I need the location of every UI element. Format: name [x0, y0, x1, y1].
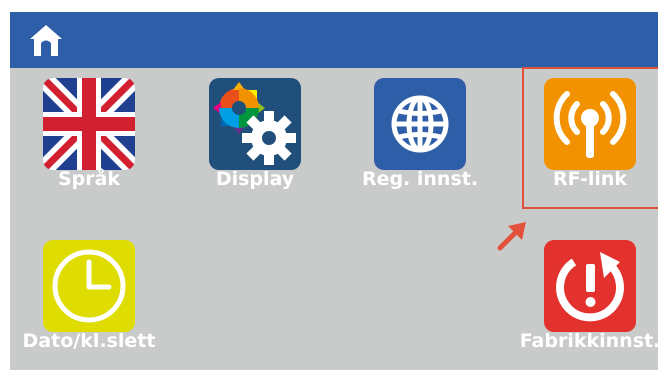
clock-icon	[43, 240, 135, 332]
tile-rf-link[interactable]: RF-link	[515, 70, 658, 210]
top-bar	[10, 12, 658, 68]
color-gear-icon	[209, 78, 301, 170]
tile-date-time-label: Dato/kl.slett	[22, 330, 156, 352]
tile-regional-settings-label: Reg. innst.	[361, 168, 479, 190]
tile-display[interactable]: Display	[180, 70, 330, 210]
home-button[interactable]	[28, 22, 64, 58]
menu-screen: Språk Display Reg. innst. RF-link Dato/k…	[10, 12, 658, 370]
tile-language-label: Språk	[57, 168, 121, 190]
tile-factory-reset-label: Fabrikkinnst.	[519, 330, 658, 352]
globe-icon	[374, 78, 466, 170]
tile-display-label: Display	[215, 168, 295, 190]
home-icon	[30, 25, 62, 56]
factory-reset-icon	[544, 240, 636, 332]
uk-flag-icon	[43, 78, 135, 170]
tile-date-time[interactable]: Dato/kl.slett	[14, 232, 164, 370]
tile-regional-settings[interactable]: Reg. innst.	[345, 70, 495, 210]
tile-rf-link-label: RF-link	[552, 168, 628, 190]
tile-language[interactable]: Språk	[14, 70, 164, 210]
tile-factory-reset[interactable]: Fabrikkinnst.	[515, 232, 658, 370]
antenna-icon	[544, 78, 636, 170]
pointer-arrow-icon	[496, 216, 532, 252]
